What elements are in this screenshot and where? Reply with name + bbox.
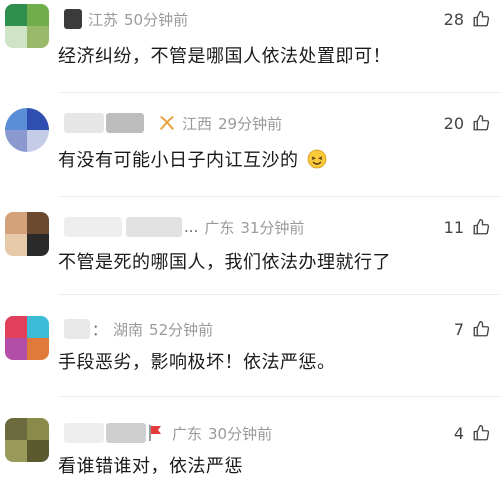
like-count: 28 — [443, 9, 464, 29]
comment-text: 手段恶劣，影响极坏！依法严惩。 — [58, 352, 336, 373]
username-suffix: ： — [92, 320, 108, 339]
avatar-block — [5, 108, 27, 130]
avatar-block — [27, 338, 49, 360]
like-button[interactable]: 7 — [454, 318, 490, 340]
avatar-block — [27, 418, 49, 440]
comment-text-content: 有没有可能小日子内讧互沙的 — [58, 150, 299, 171]
squinting-face-emoji-icon — [307, 149, 327, 169]
avatar-block — [5, 130, 27, 152]
avatar[interactable] — [5, 108, 49, 152]
timestamp: 29分钟前 — [218, 114, 283, 133]
region-label: 广东 — [172, 424, 203, 443]
avatar-block — [27, 26, 49, 48]
timestamp: 31分钟前 — [240, 218, 305, 237]
avatar-block — [27, 4, 49, 26]
avatar[interactable] — [5, 4, 49, 48]
ribbon-icon — [159, 115, 175, 130]
like-button[interactable]: 4 — [454, 422, 490, 444]
divider — [58, 196, 500, 197]
avatar-block — [5, 4, 27, 26]
like-count: 11 — [443, 217, 464, 237]
region-label: 广东 — [204, 218, 235, 237]
username-redacted[interactable] — [64, 113, 104, 133]
avatar-block — [5, 440, 27, 462]
username-redacted[interactable] — [64, 423, 104, 443]
avatar[interactable] — [5, 212, 49, 256]
comment-meta: 江西 29分钟前 — [64, 112, 282, 134]
username-redacted[interactable] — [64, 319, 90, 339]
avatar[interactable] — [5, 418, 49, 462]
region-label: 江苏 — [88, 10, 119, 29]
avatar-block — [27, 234, 49, 256]
avatar-block — [5, 418, 27, 440]
like-button[interactable]: 11 — [444, 216, 490, 238]
avatar-block — [5, 338, 27, 360]
avatar-block — [5, 26, 27, 48]
divider — [58, 396, 500, 397]
divider — [58, 92, 500, 93]
divider — [58, 294, 500, 295]
like-count: 7 — [453, 319, 464, 339]
comment-meta: ： 湖南 52分钟前 — [64, 318, 213, 340]
comment-text: 不管是死的哪国人，我们依法办理就行了 — [58, 252, 391, 273]
region-label: 湖南 — [113, 320, 144, 339]
avatar-block — [27, 130, 49, 152]
username-suffix: ... — [184, 218, 199, 236]
thumbs-up-icon — [473, 114, 490, 131]
thumbs-up-icon — [473, 424, 490, 441]
timestamp: 30分钟前 — [208, 424, 273, 443]
avatar-block — [5, 316, 27, 338]
thumbs-up-icon — [473, 320, 490, 337]
thumbs-up-icon — [473, 218, 490, 235]
thumbs-up-icon — [473, 10, 490, 27]
avatar[interactable] — [5, 316, 49, 360]
avatar-block — [27, 108, 49, 130]
like-button[interactable]: 28 — [444, 8, 490, 30]
username-redacted[interactable] — [126, 217, 182, 237]
comment-text: 有没有可能小日子内讧互沙的 — [58, 146, 327, 172]
region-label: 江西 — [182, 114, 213, 133]
avatar-block — [27, 212, 49, 234]
username-redacted[interactable] — [106, 113, 144, 133]
flag-icon — [149, 425, 161, 441]
avatar-block — [5, 234, 27, 256]
like-count: 4 — [453, 423, 464, 443]
username-redacted[interactable] — [64, 9, 82, 29]
avatar-block — [27, 316, 49, 338]
timestamp: 50分钟前 — [124, 10, 189, 29]
comment-text: 经济纠纷，不管是哪国人依法处置即可！ — [58, 46, 391, 67]
username-redacted[interactable] — [106, 423, 146, 443]
like-button[interactable]: 20 — [444, 112, 490, 134]
avatar-block — [5, 212, 27, 234]
username-redacted[interactable] — [64, 217, 122, 237]
comment-text: 看谁错谁对，依法严惩 — [58, 456, 243, 477]
comment-meta: 江苏 50分钟前 — [64, 8, 188, 30]
comment-meta: 广东 30分钟前 — [64, 422, 272, 444]
comment-meta: ... 广东 31分钟前 — [64, 216, 304, 238]
timestamp: 52分钟前 — [149, 320, 214, 339]
like-count: 20 — [443, 113, 464, 133]
avatar-block — [27, 440, 49, 462]
